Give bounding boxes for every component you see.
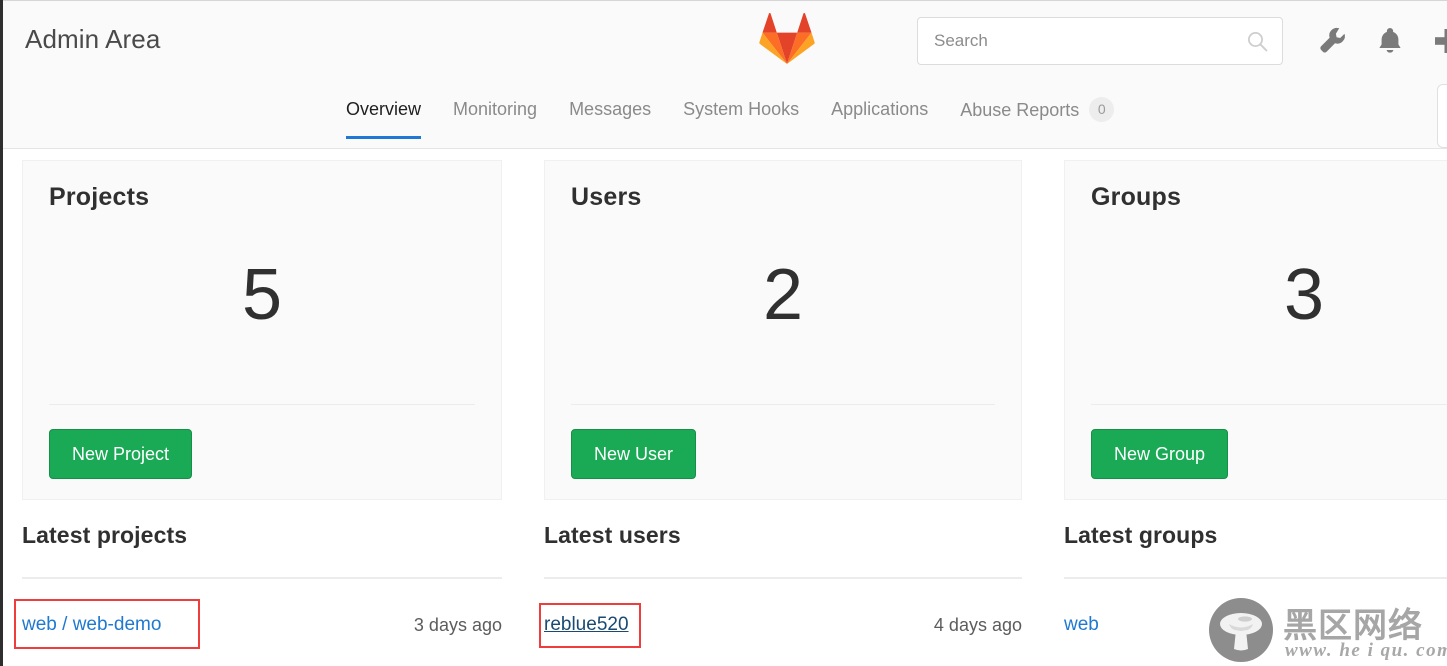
user-timestamp: 4 days ago (933, 614, 1022, 635)
section-divider (1064, 577, 1447, 579)
bell-icon[interactable] (1376, 26, 1404, 56)
list-item[interactable]: web (1064, 598, 1447, 652)
latest-projects-section: Latest projects web / web-demo 3 days ag… (22, 522, 502, 666)
tab-system-hooks[interactable]: System Hooks (683, 97, 799, 139)
sidebar-edge (0, 0, 3, 666)
top-navigation-bar: Admin Area Search Overview Monitoring Me… (3, 0, 1447, 149)
search-box[interactable] (917, 17, 1283, 65)
search-input[interactable] (918, 18, 1238, 64)
groups-card-title: Groups (1091, 183, 1182, 211)
tab-overview[interactable]: Overview (346, 97, 422, 139)
tab-system-hooks-label: System Hooks (683, 99, 800, 119)
latest-projects-title: Latest projects (22, 522, 188, 548)
tab-abuse-reports-label: Abuse Reports (960, 99, 1080, 120)
section-divider (544, 577, 1022, 579)
abuse-reports-badge: 0 (1089, 97, 1115, 122)
latest-groups-section: Latest groups web (1064, 522, 1447, 666)
project-timestamp: 3 days ago (413, 614, 502, 635)
card-divider (1091, 404, 1447, 405)
tab-messages-label: Messages (569, 99, 652, 119)
section-divider (22, 577, 502, 579)
tab-applications[interactable]: Applications (831, 97, 928, 139)
new-group-button[interactable]: New Group (1091, 429, 1229, 479)
tab-monitoring[interactable]: Monitoring (453, 97, 537, 139)
users-card-title: Users (571, 183, 642, 211)
projects-count: 5 (241, 255, 283, 335)
card-divider (49, 404, 475, 405)
tab-abuse-reports[interactable]: Abuse Reports 0 (960, 97, 1115, 140)
projects-card-title: Projects (49, 183, 150, 211)
groups-count: 3 (1283, 255, 1325, 335)
wrench-icon[interactable] (1318, 26, 1346, 56)
latest-users-title: Latest users (544, 522, 681, 548)
user-link[interactable]: reblue520 (544, 614, 629, 636)
card-divider (571, 404, 995, 405)
tab-overview-label: Overview (346, 99, 422, 119)
search-icon[interactable] (1247, 31, 1268, 52)
page-title: Admin Area (25, 24, 161, 54)
tab-applications-label: Applications (831, 99, 929, 119)
list-item[interactable]: web / web-demo 3 days ago (22, 598, 502, 652)
users-count: 2 (762, 255, 804, 335)
plus-icon[interactable] (1435, 27, 1447, 57)
latest-groups-title: Latest groups (1064, 522, 1218, 548)
tab-monitoring-label: Monitoring (453, 99, 538, 119)
scrollbar-edge[interactable] (1437, 84, 1447, 148)
group-link[interactable]: web (1064, 614, 1099, 636)
latest-users-section: Latest users reblue520 4 days ago (544, 522, 1022, 666)
list-item[interactable]: reblue520 4 days ago (544, 598, 1022, 652)
gitlab-tanuki-logo-icon[interactable] (759, 12, 815, 68)
stat-cards-row: Projects 5 New Project Users 2 New User … (0, 160, 1447, 500)
admin-tabs: Overview Monitoring Messages System Hook… (346, 97, 1146, 150)
projects-card: Projects 5 New Project (22, 160, 502, 500)
project-link[interactable]: web / web-demo (22, 614, 161, 636)
tab-messages[interactable]: Messages (569, 97, 651, 139)
new-project-button[interactable]: New Project (49, 429, 193, 479)
groups-card: Groups 3 New Group (1064, 160, 1447, 500)
users-card: Users 2 New User (544, 160, 1022, 500)
admin-area-page: Admin Area Search Overview Monitoring Me… (0, 0, 1447, 666)
new-user-button[interactable]: New User (571, 429, 697, 479)
